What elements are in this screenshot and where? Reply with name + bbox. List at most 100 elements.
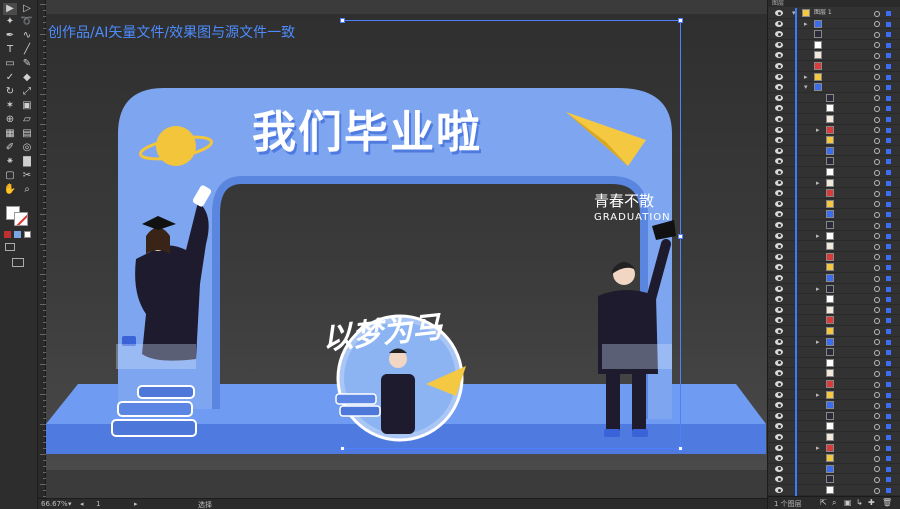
visibility-eye-icon[interactable] (775, 31, 783, 38)
artboard-next-icon[interactable]: ▸ (134, 500, 138, 508)
selection-indicator[interactable] (886, 233, 891, 239)
selection-indicator[interactable] (886, 223, 891, 228)
sublayer-row[interactable] (768, 294, 900, 305)
selection-tool-icon[interactable]: ▶ (3, 3, 17, 15)
sublayer-row[interactable]: ▸ (768, 230, 900, 242)
visibility-eye-icon[interactable] (775, 402, 783, 409)
sublayer-row[interactable] (768, 29, 900, 40)
fill-stroke-swatch[interactable] (6, 206, 32, 226)
sublayer-row[interactable] (768, 357, 900, 369)
direct-selection-tool-icon[interactable]: ▷ (20, 3, 34, 15)
expand-chevron-icon[interactable]: ▾ (792, 8, 796, 18)
selection-indicator[interactable] (886, 159, 891, 165)
target-circle-icon[interactable] (874, 487, 880, 494)
expand-chevron-icon[interactable]: ▸ (804, 19, 808, 29)
target-circle-icon[interactable] (874, 339, 880, 346)
sublayer-row[interactable] (768, 453, 900, 464)
visibility-eye-icon[interactable] (775, 264, 783, 271)
visibility-eye-icon[interactable] (775, 52, 783, 59)
artboard-number[interactable]: 1 (96, 500, 100, 508)
target-circle-icon[interactable] (874, 434, 880, 441)
visibility-eye-icon[interactable] (775, 349, 783, 356)
visibility-eye-icon[interactable] (775, 338, 783, 345)
target-circle-icon[interactable] (874, 402, 880, 409)
target-circle-icon[interactable] (874, 137, 880, 144)
visibility-eye-icon[interactable] (775, 487, 783, 493)
target-circle-icon[interactable] (874, 95, 880, 102)
visibility-eye-icon[interactable] (775, 84, 783, 91)
target-circle-icon[interactable] (874, 169, 880, 176)
selection-indicator[interactable] (886, 392, 891, 398)
sublayer-row[interactable] (768, 114, 900, 125)
export-icon[interactable]: ⇱ (820, 498, 827, 507)
selection-indicator[interactable] (886, 424, 891, 430)
selection-handle[interactable] (678, 234, 683, 239)
visibility-eye-icon[interactable] (775, 190, 783, 197)
sublayer-row[interactable] (768, 50, 900, 61)
search-icon[interactable]: ⌕ (832, 498, 836, 508)
sublayer-row[interactable] (768, 103, 900, 114)
selection-indicator[interactable] (886, 360, 891, 366)
sublayer-row[interactable] (768, 145, 900, 157)
visibility-eye-icon[interactable] (775, 158, 783, 165)
sublayer-row[interactable]: ▸ (768, 71, 900, 83)
target-circle-icon[interactable] (874, 413, 880, 420)
sublayer-row[interactable] (768, 61, 900, 72)
expand-chevron-icon[interactable]: ▾ (804, 82, 808, 92)
visibility-eye-icon[interactable] (775, 317, 783, 324)
sublayer-row[interactable] (768, 39, 900, 51)
visibility-eye-icon[interactable] (775, 465, 783, 472)
canvas-area[interactable]: 我们毕业啦 以梦为马 青春不散 GRADUATION 创作品/AI矢量文件/效果… (46, 0, 767, 498)
target-circle-icon[interactable] (874, 31, 880, 38)
shape-builder-tool-icon[interactable]: ⊕ (3, 114, 17, 126)
rectangle-tool-icon[interactable]: ▭ (3, 58, 17, 70)
sublayer-row[interactable] (768, 92, 900, 104)
target-circle-icon[interactable] (874, 328, 880, 335)
selection-indicator[interactable] (886, 191, 891, 197)
expand-chevron-icon[interactable]: ▸ (804, 72, 808, 82)
target-circle-icon[interactable] (874, 307, 880, 314)
sublayer-row[interactable] (768, 315, 900, 326)
visibility-eye-icon[interactable] (775, 41, 783, 48)
target-circle-icon[interactable] (874, 105, 880, 112)
selection-handle[interactable] (340, 446, 345, 451)
selection-indicator[interactable] (886, 371, 891, 377)
sublayer-row[interactable]: ▾ (768, 82, 900, 93)
gradient-tool-icon[interactable]: ▤ (20, 128, 34, 140)
visibility-eye-icon[interactable] (775, 253, 783, 260)
selection-indicator[interactable] (886, 466, 891, 472)
sublayer-row[interactable] (768, 156, 900, 167)
zoom-tool-icon[interactable]: ⌕ (20, 184, 34, 196)
visibility-eye-icon[interactable] (775, 116, 783, 122)
none-mode-icon[interactable] (24, 231, 31, 238)
target-circle-icon[interactable] (874, 52, 880, 59)
perspective-tool-icon[interactable]: ▱ (20, 114, 34, 126)
target-circle-icon[interactable] (874, 381, 880, 388)
sublayer-row[interactable] (768, 432, 900, 443)
target-circle-icon[interactable] (874, 201, 880, 208)
selection-handle[interactable] (340, 18, 345, 23)
target-circle-icon[interactable] (874, 21, 880, 28)
sublayer-row[interactable]: ▸ (768, 177, 900, 189)
target-circle-icon[interactable] (874, 211, 880, 218)
selection-indicator[interactable] (886, 488, 891, 493)
sublayer-row[interactable] (768, 304, 900, 316)
selection-indicator[interactable] (886, 244, 891, 250)
selection-indicator[interactable] (886, 276, 891, 281)
target-circle-icon[interactable] (874, 222, 880, 229)
target-circle-icon[interactable] (874, 476, 880, 483)
selection-indicator[interactable] (886, 148, 891, 154)
target-circle-icon[interactable] (874, 233, 880, 240)
symbol-sprayer-tool-icon[interactable]: ⁕ (3, 156, 17, 168)
sublayer-row[interactable]: ▸ (768, 18, 900, 30)
target-circle-icon[interactable] (874, 148, 880, 155)
target-circle-icon[interactable] (874, 84, 880, 91)
sublayer-row[interactable] (768, 379, 900, 390)
target-circle-icon[interactable] (874, 42, 880, 49)
visibility-eye-icon[interactable] (775, 20, 783, 27)
target-circle-icon[interactable] (874, 317, 880, 324)
visibility-eye-icon[interactable] (775, 328, 783, 334)
visibility-eye-icon[interactable] (775, 381, 783, 387)
blend-tool-icon[interactable]: ◎ (20, 142, 34, 154)
selection-indicator[interactable] (886, 435, 891, 440)
